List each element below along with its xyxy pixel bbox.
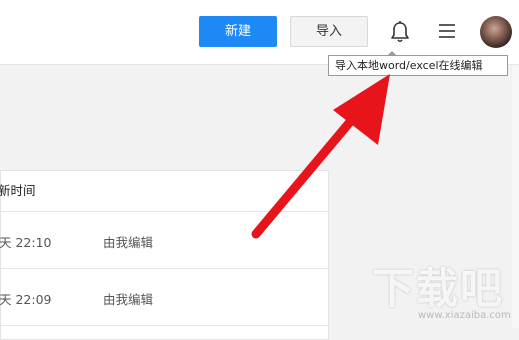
document-table: 新时间 天 22:10 由我编辑 天 22:09 由我编辑 xyxy=(0,170,329,340)
import-tooltip: 导入本地word/excel在线编辑 xyxy=(328,55,508,76)
row-time: 天 22:10 xyxy=(0,235,52,250)
menu-icon[interactable] xyxy=(438,22,456,40)
table-header: 新时间 xyxy=(0,171,328,212)
avatar[interactable] xyxy=(480,16,512,48)
row-editor: 由我编辑 xyxy=(103,235,154,250)
bell-icon[interactable] xyxy=(389,20,411,44)
row-time: 天 22:09 xyxy=(0,292,52,307)
watermark-logo: 下载吧 xyxy=(372,264,505,313)
table-row[interactable]: 天 22:09 由我编辑 xyxy=(0,269,328,326)
new-button[interactable]: 新建 xyxy=(199,16,277,47)
header-modified-time: 新时间 xyxy=(0,183,36,198)
watermark-url: www.xiazaiba.com xyxy=(418,310,511,321)
row-editor: 由我编辑 xyxy=(103,292,154,307)
table-row[interactable]: 天 22:10 由我编辑 xyxy=(0,212,328,269)
right-edge-strip xyxy=(512,65,519,328)
import-button[interactable]: 导入 xyxy=(290,16,368,47)
